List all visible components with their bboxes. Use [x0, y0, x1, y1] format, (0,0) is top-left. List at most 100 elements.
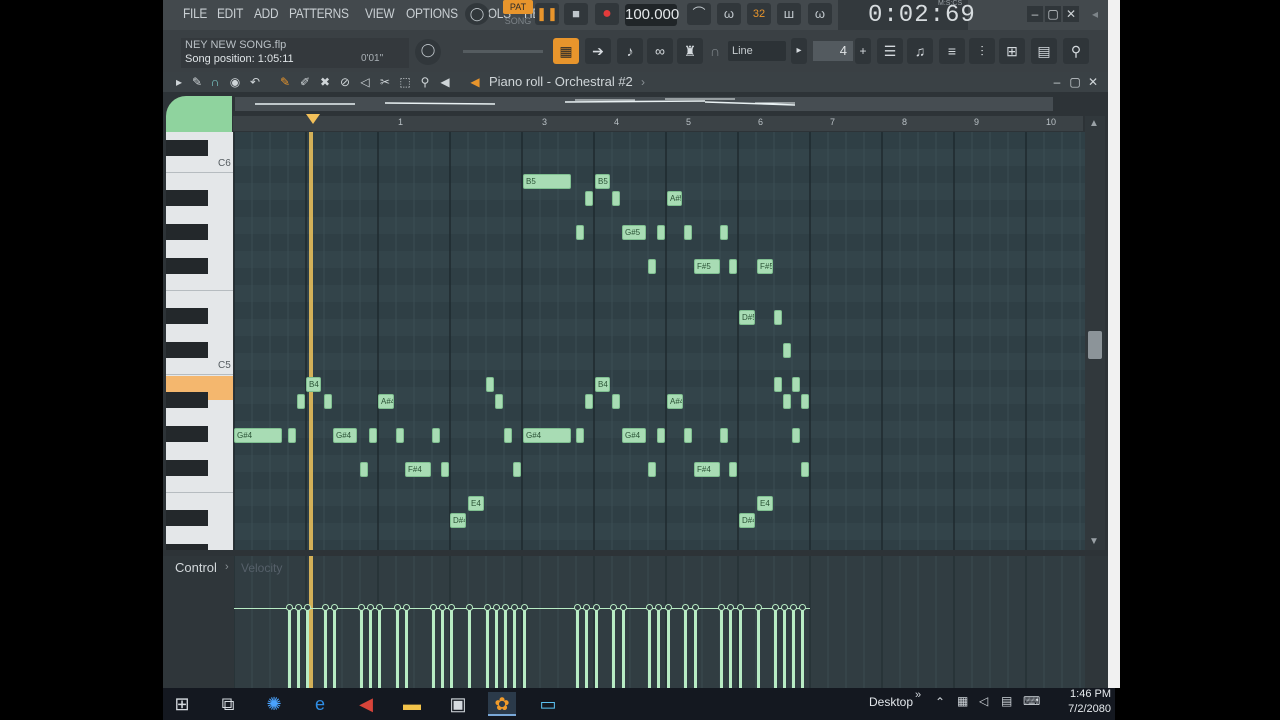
velocity-handle[interactable] — [376, 604, 383, 611]
playback-icon[interactable]: ◉ — [227, 74, 243, 90]
velocity-bar[interactable] — [306, 608, 309, 688]
note[interactable]: D#4 — [450, 513, 466, 528]
undo-icon[interactable]: ↶ — [247, 74, 263, 90]
note[interactable] — [585, 394, 593, 409]
velocity-handle[interactable] — [484, 604, 491, 611]
menu-edit[interactable]: EDIT — [217, 5, 243, 21]
magnet-icon[interactable]: ∩ — [707, 38, 723, 64]
playhead-marker[interactable] — [306, 114, 320, 124]
plugin-database-icon[interactable]: ▤ — [1031, 38, 1057, 64]
link-icon[interactable]: ∞ — [647, 38, 673, 64]
overview-scrollbar[interactable] — [235, 97, 1053, 111]
velocity-handle[interactable] — [610, 604, 617, 611]
black-key[interactable] — [166, 426, 208, 442]
note[interactable] — [783, 343, 791, 358]
black-key[interactable] — [166, 392, 208, 408]
velocity-handle[interactable] — [755, 604, 762, 611]
velocity-handle[interactable] — [692, 604, 699, 611]
note[interactable] — [801, 462, 809, 477]
loop-record-icon[interactable]: ω — [808, 3, 832, 25]
master-volume-knob-icon[interactable]: ◯ — [465, 3, 489, 25]
velocity-bar[interactable] — [297, 608, 300, 688]
piano-keyboard[interactable]: C6 C5 — [166, 132, 233, 550]
pr-maximize-icon[interactable]: ▢ — [1067, 74, 1083, 90]
velocity-bar[interactable] — [432, 608, 435, 688]
slide-icon[interactable]: ♪ — [617, 38, 643, 64]
master-pitch-slider[interactable] — [463, 50, 543, 53]
menu-patterns[interactable]: PATTERNS — [289, 5, 349, 21]
velocity-bar[interactable] — [729, 608, 732, 688]
velocity-bar[interactable] — [513, 608, 516, 688]
scroll-thumb[interactable] — [1088, 331, 1102, 359]
velocity-bar[interactable] — [792, 608, 795, 688]
screen-recorder-icon[interactable]: ▭ — [534, 692, 562, 716]
note[interactable]: B4 — [595, 377, 610, 392]
record-icon[interactable]: ● — [595, 3, 619, 25]
note[interactable]: G#4 — [333, 428, 357, 443]
velocity-bar[interactable] — [450, 608, 453, 688]
countdown-icon[interactable]: 32 — [747, 3, 771, 25]
menu-options[interactable]: OPTIONS — [406, 5, 458, 21]
note[interactable]: B4 — [306, 377, 321, 392]
tempo-display[interactable]: 100.000 — [625, 4, 679, 26]
note[interactable]: F#4 — [694, 462, 720, 477]
velocity-handle[interactable] — [799, 604, 806, 611]
velocity-handle[interactable] — [620, 604, 627, 611]
note[interactable] — [729, 462, 737, 477]
velocity-handle[interactable] — [682, 604, 689, 611]
note[interactable]: E4 — [468, 496, 484, 511]
minimize-icon[interactable]: – — [1027, 6, 1043, 22]
chrome-like-icon[interactable]: ✺ — [260, 692, 288, 716]
note[interactable] — [513, 462, 521, 477]
playback-speaker-icon[interactable]: ◀ — [437, 74, 453, 90]
metronome-icon[interactable]: ⌒ — [687, 3, 711, 25]
velocity-handle[interactable] — [295, 604, 302, 611]
note[interactable]: D#5 — [739, 310, 755, 325]
note[interactable] — [774, 310, 782, 325]
note[interactable] — [288, 428, 296, 443]
note[interactable]: F#5 — [694, 259, 720, 274]
metronome-bell-icon[interactable]: ♜ — [677, 38, 703, 64]
network-icon[interactable]: ▦ — [957, 694, 968, 708]
black-key[interactable] — [166, 342, 208, 358]
velocity-bar[interactable] — [333, 608, 336, 688]
velocity-handle[interactable] — [511, 604, 518, 611]
stop-icon[interactable]: ■ — [564, 3, 588, 25]
velocity-bar[interactable] — [694, 608, 697, 688]
velocity-handle[interactable] — [466, 604, 473, 611]
black-key[interactable] — [166, 258, 208, 274]
note[interactable]: G#4 — [622, 428, 646, 443]
velocity-bar[interactable] — [774, 608, 777, 688]
note[interactable] — [657, 428, 665, 443]
note[interactable]: F#5 — [757, 259, 773, 274]
note[interactable] — [684, 225, 692, 240]
velocity-handle[interactable] — [727, 604, 734, 611]
note-grid[interactable]: B5 B5 A#5 G#5 F#5 F#5 D#5 B4 B4 A#4 A#4 … — [234, 132, 1085, 550]
note[interactable] — [792, 377, 800, 392]
velocity-bar[interactable] — [648, 608, 651, 688]
note[interactable]: E4 — [757, 496, 773, 511]
velocity-bar[interactable] — [523, 608, 526, 688]
wrench-icon[interactable]: ✎ — [189, 74, 205, 90]
mixer-icon[interactable]: ⫶ — [969, 38, 995, 64]
velocity-handle[interactable] — [790, 604, 797, 611]
menu-arrow-icon[interactable]: ◂ — [1087, 6, 1103, 22]
message-icon[interactable]: ▤ — [1001, 694, 1012, 708]
scroll-down-icon[interactable]: ▼ — [1089, 536, 1099, 547]
desktop-toolbar-label[interactable]: Desktop — [869, 695, 913, 709]
velocity-bar[interactable] — [396, 608, 399, 688]
note[interactable] — [720, 428, 728, 443]
time-display[interactable]: 0:02:69 M:S:CS — [838, 0, 975, 30]
note[interactable] — [801, 394, 809, 409]
black-key[interactable] — [166, 544, 208, 550]
edge-icon[interactable]: e — [306, 692, 334, 716]
velocity-bar[interactable] — [288, 608, 291, 688]
menu-view[interactable]: VIEW — [365, 5, 395, 21]
velocity-handle[interactable] — [358, 604, 365, 611]
note[interactable] — [792, 428, 800, 443]
velocity-bar[interactable] — [360, 608, 363, 688]
velocity-handle[interactable] — [286, 604, 293, 611]
velocity-handle[interactable] — [521, 604, 528, 611]
velocity-bar[interactable] — [612, 608, 615, 688]
note[interactable]: F#4 — [405, 462, 431, 477]
